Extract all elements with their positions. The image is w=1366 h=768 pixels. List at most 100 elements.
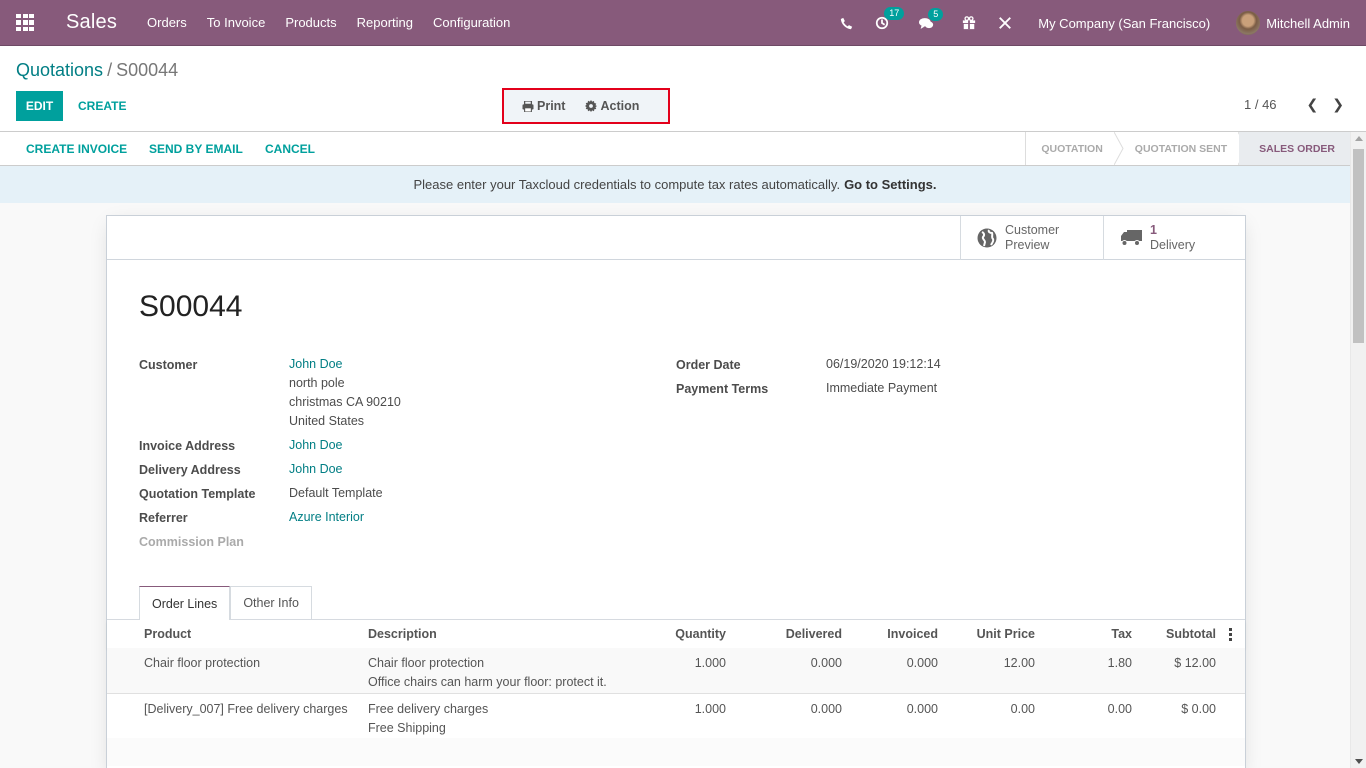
menu-orders[interactable]: Orders (147, 15, 187, 30)
pager-next-icon[interactable]: ❯ (1332, 96, 1344, 113)
referrer-label: Referrer (139, 511, 188, 525)
column-subtotal[interactable]: Subtotal (1132, 620, 1216, 648)
messages-icon[interactable]: 5 (919, 7, 944, 30)
line-description[interactable]: Free delivery charges Free Shipping (368, 693, 618, 738)
scroll-up-arrow-icon[interactable] (1355, 136, 1363, 141)
customer-address-line3: United States (289, 414, 365, 428)
menu-to-invoice[interactable]: To Invoice (207, 15, 266, 30)
action-dropdown[interactable]: Action (585, 99, 639, 113)
send-by-email-button[interactable]: SEND BY EMAIL (149, 132, 243, 165)
line-unit-price[interactable]: 0.00 (938, 693, 1035, 738)
column-description[interactable]: Description (368, 620, 618, 648)
delivery-label: Delivery (1150, 238, 1196, 252)
activity-count-badge: 17 (884, 7, 905, 20)
phone-icon[interactable] (840, 17, 853, 30)
company-switcher[interactable]: My Company (San Francisco) (1038, 16, 1210, 31)
line-description-2: Free Shipping (368, 720, 446, 735)
line-quantity[interactable]: 1.000 (618, 693, 726, 738)
messages-count-badge: 5 (928, 7, 944, 21)
edit-button[interactable]: EDIT (16, 91, 63, 121)
kebab-menu-icon[interactable] (1216, 627, 1245, 641)
line-description[interactable]: Chair floor protection Office chairs can … (368, 648, 618, 694)
line-unit-price[interactable]: 12.00 (938, 648, 1035, 694)
column-tax[interactable]: Tax (1035, 620, 1132, 648)
print-action-toolbar: Print Action (502, 88, 670, 124)
line-tax[interactable]: 0.00 (1035, 693, 1132, 738)
line-product[interactable]: [Delivery_007] Free delivery charges (144, 693, 368, 738)
user-avatar[interactable] (1236, 11, 1261, 35)
customer-preview-button[interactable]: Customer Preview (960, 216, 1103, 260)
debug-tools-icon[interactable] (998, 16, 1012, 30)
payment-terms-value: Immediate Payment (826, 381, 938, 395)
table-header-row: Product Description Quantity Delivered I… (107, 620, 1245, 648)
referrer-value[interactable]: Azure Interior (289, 508, 364, 527)
globe-icon (977, 228, 997, 248)
breadcrumb: Quotations / S00044 (16, 60, 178, 81)
delivery-button[interactable]: 1 Delivery (1103, 216, 1246, 260)
commission-plan-label: Commission Plan (139, 535, 244, 549)
line-subtotal: $ 0.00 (1181, 701, 1216, 716)
quotation-template-label: Quotation Template (139, 487, 256, 501)
user-menu[interactable]: Mitchell Admin (1266, 16, 1350, 31)
activity-clock-icon[interactable]: 17 (875, 7, 905, 30)
print-dropdown[interactable]: Print (522, 99, 565, 113)
tab-order-lines[interactable]: Order Lines (139, 586, 231, 620)
menu-products[interactable]: Products (285, 15, 336, 30)
menu-configuration[interactable]: Configuration (433, 15, 510, 30)
scroll-thumb[interactable] (1353, 149, 1364, 343)
line-description-1: Free delivery charges (368, 701, 489, 716)
invoice-address-label: Invoice Address (139, 439, 236, 453)
alert-message: Please enter your Taxcloud credentials t… (413, 177, 841, 192)
column-unit-price[interactable]: Unit Price (938, 620, 1035, 648)
print-icon (522, 100, 534, 112)
optional-columns-toggle[interactable] (1216, 620, 1245, 648)
line-delivered[interactable]: 0.000 (726, 693, 842, 738)
form-sheet: Customer Preview 1 Delivery S00044 Custo… (106, 215, 1246, 768)
payment-terms-label: Payment Terms (676, 382, 769, 396)
control-panel: Quotations / S00044 EDIT CREATE Print Acti… (0, 46, 1366, 132)
pager-previous-icon[interactable]: ❮ (1307, 96, 1319, 113)
gift-icon[interactable] (962, 16, 976, 30)
tab-other-info[interactable]: Other Info (230, 586, 312, 619)
create-invoice-button[interactable]: CREATE INVOICE (26, 132, 127, 165)
go-to-settings-link[interactable]: Go to Settings. (844, 177, 936, 192)
line-delivered[interactable]: 0.000 (726, 648, 842, 694)
line-subtotal: $ 12.00 (1132, 648, 1216, 694)
vertical-scrollbar[interactable] (1350, 132, 1366, 768)
line-product[interactable]: Chair floor protection (144, 648, 368, 694)
cancel-button[interactable]: CANCEL (265, 132, 315, 165)
customer-address-line2: christmas CA 90210 (289, 395, 401, 409)
column-delivered[interactable]: Delivered (726, 620, 842, 648)
line-tax[interactable]: 1.80 (1035, 648, 1132, 694)
order-lines-table: Product Description Quantity Delivered I… (107, 620, 1245, 766)
record-title: S00044 (139, 290, 243, 323)
column-quantity[interactable]: Quantity (618, 620, 726, 648)
delivery-address-value[interactable]: John Doe (289, 460, 343, 479)
stage-quotation[interactable]: QUOTATION (1026, 132, 1124, 165)
menu-reporting[interactable]: Reporting (357, 15, 413, 30)
taxcloud-alert: Please enter your Taxcloud credentials t… (0, 166, 1350, 203)
delivery-count: 1 (1150, 223, 1157, 237)
order-date-value: 06/19/2020 19:12:14 (826, 357, 941, 371)
invoice-address-value[interactable]: John Doe (289, 436, 343, 455)
stage-sales-order[interactable]: SALES ORDER (1239, 132, 1350, 165)
table-row[interactable]: Chair floor protection Chair floor prote… (107, 648, 1245, 694)
pager-value[interactable]: 1 / 46 (1244, 97, 1277, 112)
column-product[interactable]: Product (144, 620, 368, 648)
stage-sales-order-label: SALES ORDER (1259, 142, 1335, 155)
truck-icon (1121, 230, 1142, 246)
stage-quotation-sent[interactable]: QUOTATION SENT (1115, 132, 1248, 165)
line-description-1: Chair floor protection (368, 656, 485, 670)
breadcrumb-quotations[interactable]: Quotations (16, 60, 103, 80)
stage-pipeline: QUOTATION QUOTATION SENT SALES ORDER (1025, 132, 1350, 165)
quotation-template-value: Default Template (289, 486, 383, 500)
table-row[interactable]: [Delivery_007] Free delivery charges Fre… (107, 693, 1245, 738)
customer-name[interactable]: John Doe (289, 355, 343, 374)
apps-menu-icon[interactable] (16, 13, 34, 32)
action-label: Action (600, 99, 640, 113)
line-quantity[interactable]: 1.000 (618, 648, 726, 694)
column-invoiced[interactable]: Invoiced (842, 620, 938, 648)
customer-address-line1: north pole (289, 376, 345, 390)
create-button[interactable]: CREATE (78, 91, 126, 121)
scroll-down-arrow-icon[interactable] (1355, 759, 1363, 764)
